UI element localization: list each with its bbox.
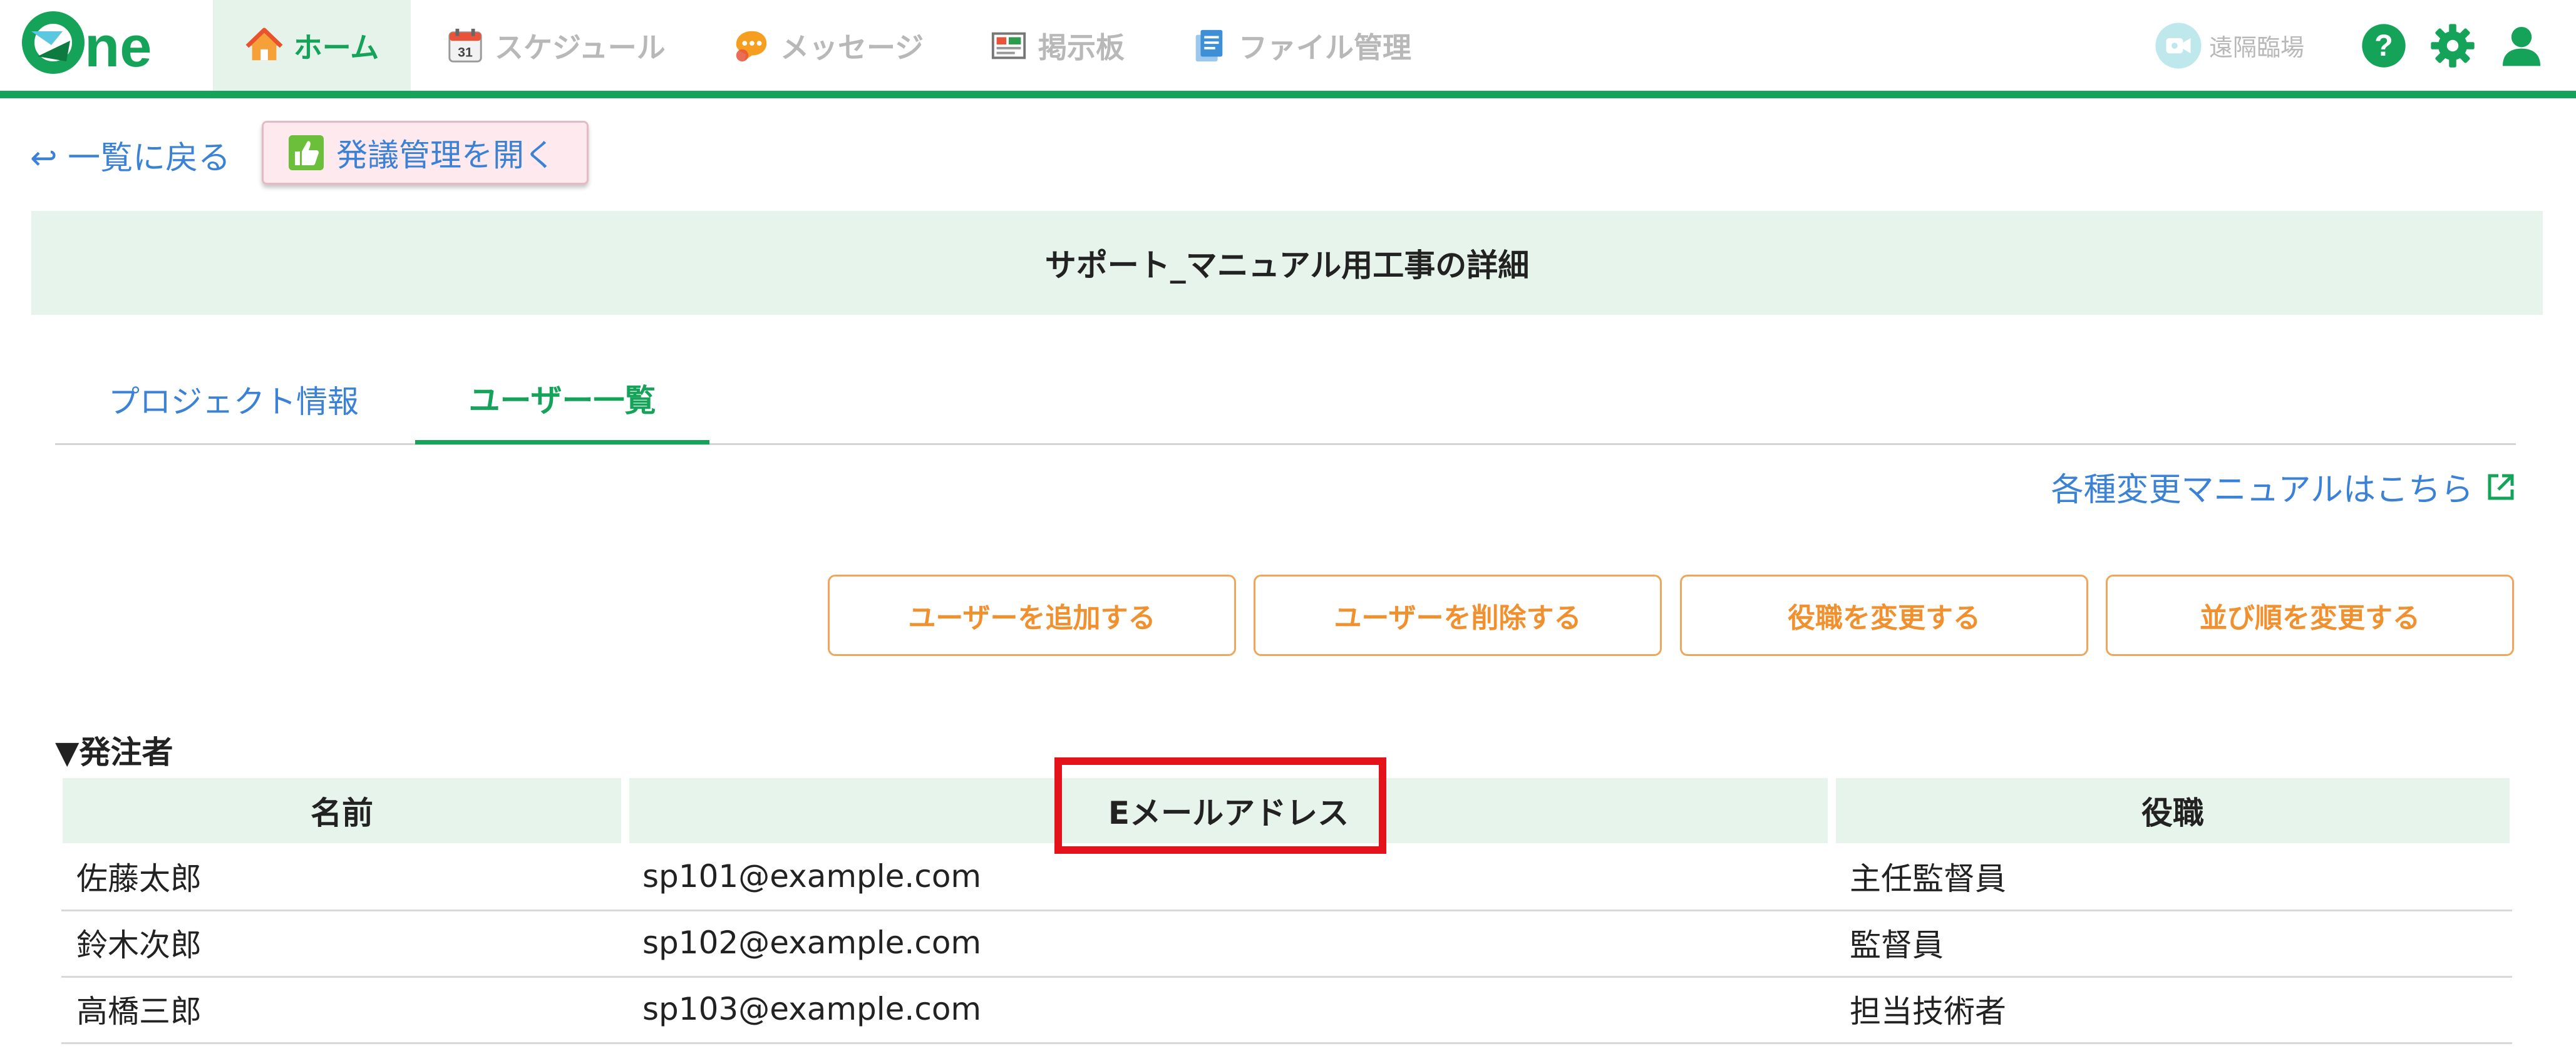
svg-text:?: ? — [2374, 29, 2393, 63]
user-name-cell: 佐藤太郎 — [76, 861, 202, 897]
tab-user-list[interactable]: ユーザー一覧 — [415, 356, 709, 444]
user-email-cell: sp101@example.com — [642, 858, 982, 894]
one-logo[interactable]: ne — [19, 6, 183, 81]
nav-schedule-label: スケジュール — [495, 30, 666, 64]
tab-user-list-label: ユーザー一覧 — [468, 382, 656, 419]
change-role-button-label: 役職を変更する — [1788, 602, 1981, 634]
open-proposal-management-label: 発議管理を開く — [336, 137, 555, 173]
delete-user-button[interactable]: ユーザーを削除する — [1254, 575, 1662, 656]
change-order-button[interactable]: 並び順を変更する — [2106, 575, 2514, 656]
video-camera-icon — [2154, 21, 2203, 70]
change-manual-link-label: 各種変更マニュアルはこちら — [2051, 471, 2473, 509]
column-header-name: 名前 — [63, 778, 621, 843]
bulletin-board-icon — [989, 26, 1028, 65]
table-row: 鈴木次郎 sp102@example.com 監督員 — [61, 910, 2512, 978]
remote-attendance-label: 遠隔臨場 — [2209, 34, 2305, 61]
user-email-cell: sp103@example.com — [642, 991, 982, 1027]
change-manual-link[interactable]: 各種変更マニュアルはこちら — [2051, 463, 2516, 510]
change-order-button-label: 並び順を変更する — [2200, 602, 2420, 634]
settings-button[interactable] — [2429, 0, 2476, 91]
svg-text:ne: ne — [85, 15, 152, 79]
nav-schedule[interactable]: 31 スケジュール — [446, 0, 666, 91]
svg-text:31: 31 — [458, 44, 473, 59]
user-name-cell: 鈴木次郎 — [76, 927, 202, 963]
user-role-cell: 主任監督員 — [1850, 861, 2006, 897]
page-title-band: サポート_マニュアル用工事の詳細 — [31, 211, 2543, 315]
nav-messages[interactable]: メッセージ — [731, 0, 924, 91]
orderer-section-toggle[interactable]: ▼発注者 — [55, 727, 173, 772]
user-role-cell: 担当技術者 — [1850, 993, 2006, 1030]
add-user-button[interactable]: ユーザーを追加する — [828, 575, 1236, 656]
user-menu-button[interactable] — [2498, 0, 2545, 91]
page-title: サポート_マニュアル用工事の詳細 — [1044, 247, 1530, 284]
nav-bulletin-board-label: 掲示板 — [1038, 30, 1125, 64]
user-role-cell: 監督員 — [1850, 927, 1944, 963]
change-role-button[interactable]: 役職を変更する — [1680, 575, 2088, 656]
add-user-button-label: ユーザーを追加する — [908, 602, 1156, 634]
user-email-cell: sp102@example.com — [642, 925, 982, 961]
header-accent-bar — [0, 91, 2576, 98]
email-column-highlight — [1054, 757, 1386, 854]
user-icon — [2498, 23, 2545, 69]
one-logo-mark: ne — [22, 11, 152, 79]
table-row: 高橋三郎 sp103@example.com 担当技術者 — [61, 976, 2512, 1044]
nav-home[interactable]: ホーム — [213, 0, 411, 91]
app-header: ne ホーム 31 スケジュール メッセージ 掲示板 ファイル管理 遠隔臨場 ? — [0, 0, 2576, 93]
tab-project-info-label: プロジェクト情報 — [108, 384, 359, 420]
nav-bulletin-board[interactable]: 掲示板 — [989, 0, 1125, 91]
open-proposal-management-button[interactable]: 発議管理を開く — [262, 121, 589, 185]
home-icon — [245, 26, 284, 65]
column-header-name-label: 名前 — [311, 795, 373, 831]
nav-file-management-label: ファイル管理 — [1239, 30, 1411, 64]
nav-messages-label: メッセージ — [780, 30, 924, 64]
user-name-cell: 高橋三郎 — [76, 993, 202, 1030]
tab-project-info[interactable]: プロジェクト情報 — [55, 356, 412, 443]
help-button[interactable]: ? — [2361, 0, 2407, 91]
chat-icon — [731, 26, 770, 65]
column-header-role: 役職 — [1836, 778, 2510, 843]
column-header-role-label: 役職 — [2141, 795, 2204, 831]
gear-icon — [2429, 23, 2476, 69]
calendar-icon: 31 — [446, 26, 485, 65]
nav-home-label: ホーム — [293, 30, 379, 64]
external-link-icon — [2486, 472, 2516, 502]
delete-user-button-label: ユーザーを削除する — [1334, 602, 1582, 634]
back-to-list-link[interactable]: ↩ 一覧に戻る — [30, 131, 230, 178]
tab-bar: プロジェクト情報 ユーザー一覧 — [55, 356, 2516, 445]
remote-attendance-button[interactable]: 遠隔臨場 — [2154, 0, 2304, 91]
files-icon — [1190, 26, 1229, 65]
nav-file-management[interactable]: ファイル管理 — [1190, 0, 1411, 91]
thumbs-up-icon — [286, 133, 326, 173]
help-icon: ? — [2361, 23, 2407, 69]
